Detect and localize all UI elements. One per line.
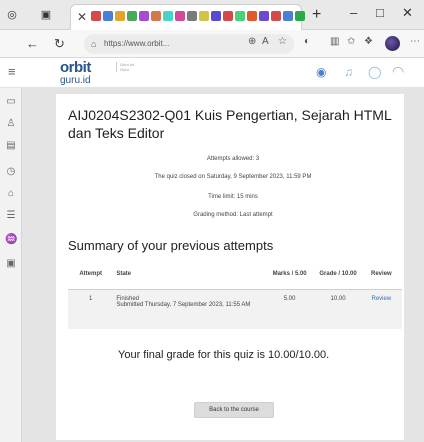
- notification-bell-icon[interactable]: ♫: [344, 65, 353, 79]
- extension-icon[interactable]: ◐: [304, 36, 310, 47]
- badge-icon[interactable]: ♙: [5, 118, 17, 129]
- page-title: AIJ0204S2302-Q01 Kuis Pengertian, Sejara…: [68, 107, 392, 141]
- tab-favicon-icon[interactable]: [199, 11, 209, 21]
- logo-tagline: Guru Ini Guru: [116, 62, 136, 72]
- attempt-marks: 5.00: [263, 289, 316, 329]
- logo-text-top: orbit: [60, 59, 91, 76]
- tab-favicon-icon[interactable]: [103, 11, 113, 21]
- tab-favicon-icon[interactable]: [91, 11, 101, 21]
- course-drawer: ▭ ♙ ▤ ◷ ⌂ ☰ ♒ ▣: [0, 88, 22, 442]
- tab-favicon-icon[interactable]: [295, 11, 305, 21]
- column-header-marks: Marks / 5.00: [263, 259, 316, 290]
- favorite-star-icon[interactable]: ☆: [278, 36, 287, 47]
- attempt-grade: 10.00: [315, 289, 361, 329]
- tab-favicon-icon[interactable]: [127, 11, 137, 21]
- tab-favicon-icon[interactable]: [247, 11, 257, 21]
- clock-icon[interactable]: ◷: [5, 166, 17, 177]
- attempt-submitted: Submitted Thursday, 7 September 2023, 11…: [116, 301, 251, 308]
- summary-heading: Summary of your previous attempts: [68, 238, 274, 253]
- globe-icon[interactable]: ◉: [316, 65, 326, 79]
- minimize-button[interactable]: –: [350, 5, 357, 20]
- back-to-course-button[interactable]: Back to the course: [194, 402, 274, 418]
- folder-icon[interactable]: ▭: [5, 96, 17, 107]
- tab-favicon-icon[interactable]: [139, 11, 149, 21]
- lock-icon: ⌂: [91, 39, 97, 49]
- book-icon[interactable]: ▤: [5, 140, 17, 151]
- column-header-grade: Grade / 10.00: [315, 259, 361, 290]
- tab-actions-icon[interactable]: ▣: [40, 9, 52, 21]
- grading-method: Grading method: Last attempt: [193, 212, 273, 218]
- tab-favicon-icon[interactable]: [259, 11, 269, 21]
- tab-favicon-icon[interactable]: [223, 11, 233, 21]
- column-header-state: State: [113, 259, 264, 290]
- tab-favicon-icon[interactable]: [271, 11, 281, 21]
- active-tab[interactable]: ✕: [70, 4, 305, 30]
- time-limit: Time limit: 15 mins: [208, 194, 258, 200]
- back-arrow-icon[interactable]: ←: [26, 36, 39, 51]
- user-avatar[interactable]: [385, 36, 400, 51]
- final-grade-text: Your final grade for this quiz is 10.00/…: [118, 349, 330, 361]
- attempts-allowed: Attempts allowed: 3: [206, 156, 260, 162]
- more-options-icon[interactable]: ⋯: [410, 36, 420, 47]
- graduation-icon[interactable]: ♒: [5, 234, 17, 245]
- collections-icon[interactable]: ❖: [364, 36, 373, 47]
- tab-favicons: [91, 11, 305, 21]
- tab-favicon-icon[interactable]: [151, 11, 161, 21]
- close-window-button[interactable]: ✕: [402, 5, 413, 21]
- tab-favicon-icon[interactable]: [163, 11, 173, 21]
- tab-favicon-icon[interactable]: [187, 11, 197, 21]
- site-logo[interactable]: orbit guru.id: [60, 60, 116, 86]
- user-menu-icon[interactable]: ◠: [392, 63, 404, 80]
- list-icon[interactable]: ☰: [5, 210, 17, 221]
- tab-close-icon[interactable]: ✕: [77, 10, 87, 24]
- profile-icon[interactable]: ◎: [6, 9, 18, 21]
- read-aloud-icon[interactable]: A: [262, 36, 269, 47]
- tab-favicon-icon[interactable]: [115, 11, 125, 21]
- calendar-icon[interactable]: ▣: [5, 258, 17, 269]
- home-icon[interactable]: ⌂: [5, 188, 17, 199]
- address-bar-row: ← ↻ ⌂ https://www.orbit... ⊕ A ☆ ◐ ▥ ✩ ❖…: [0, 30, 424, 58]
- logo-text-bottom: guru.id: [60, 75, 91, 86]
- message-icon[interactable]: ◯: [368, 65, 381, 79]
- attempts-table: Attempt State Marks / 5.00 Grade / 10.00…: [68, 259, 402, 329]
- review-link[interactable]: Review: [372, 296, 392, 302]
- split-screen-icon[interactable]: ▥: [330, 36, 339, 47]
- reload-icon[interactable]: ↻: [54, 36, 65, 52]
- attempt-number: 1: [68, 289, 114, 329]
- browser-title-bar: ◎ ▣ ✕ + – □ ✕: [0, 0, 424, 30]
- url-text: https://www.orbit...: [104, 39, 170, 48]
- menu-icon[interactable]: ≡: [8, 64, 16, 79]
- maximize-button[interactable]: □: [376, 5, 384, 20]
- tab-favicon-icon[interactable]: [283, 11, 293, 21]
- attempt-state-cell: Finished Submitted Thursday, 7 September…: [113, 289, 264, 329]
- zoom-icon[interactable]: ⊕: [248, 36, 256, 47]
- favorites-icon[interactable]: ✩: [347, 36, 355, 47]
- site-header: ≡ orbit guru.id Guru Ini Guru ◉ ♫ ◯ ◠: [0, 58, 424, 88]
- tab-favicon-icon[interactable]: [175, 11, 185, 21]
- table-header-row: Attempt State Marks / 5.00 Grade / 10.00…: [68, 259, 402, 290]
- review-cell: Review: [360, 289, 402, 329]
- quiz-closed-date: The quiz closed on Saturday, 9 September…: [154, 174, 312, 180]
- tab-favicon-icon[interactable]: [235, 11, 245, 21]
- new-tab-button[interactable]: +: [312, 6, 321, 24]
- column-header-review: Review: [360, 259, 402, 290]
- tab-favicon-icon[interactable]: [211, 11, 221, 21]
- column-header-attempt: Attempt: [68, 259, 114, 290]
- table-row: 1 Finished Submitted Thursday, 7 Septemb…: [68, 289, 402, 329]
